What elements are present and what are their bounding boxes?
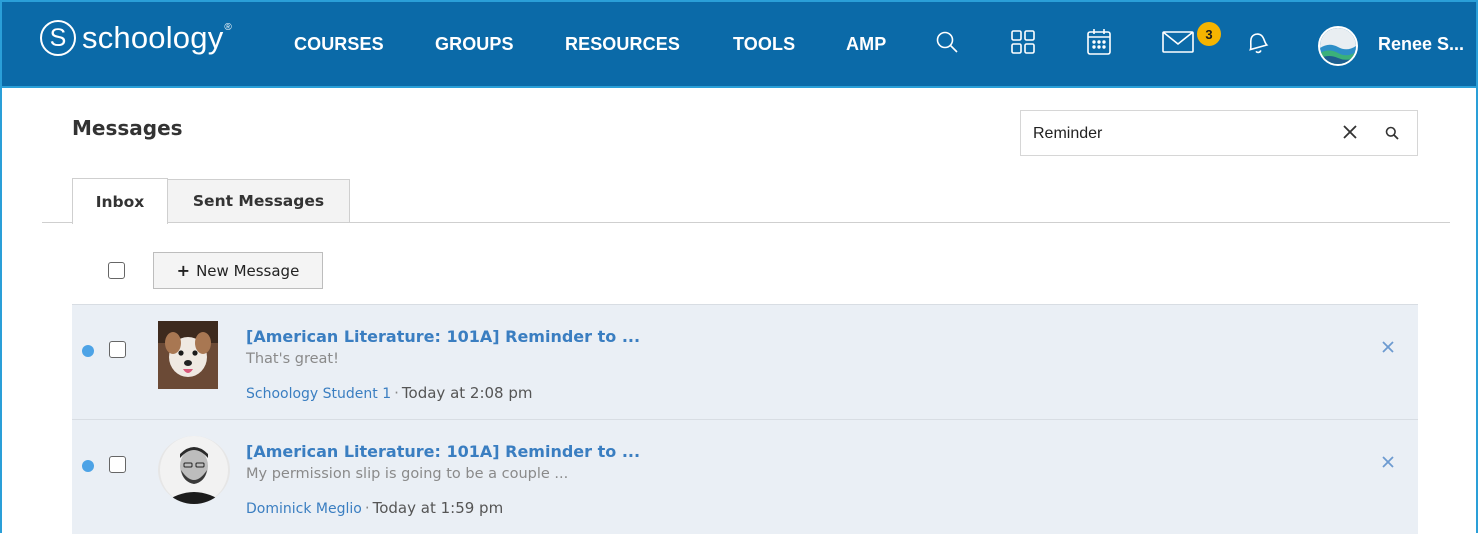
unread-dot-icon [82, 460, 94, 472]
unread-dot-icon [82, 345, 94, 357]
mail-badge: 3 [1197, 22, 1221, 46]
nav-courses[interactable]: COURSES [294, 34, 384, 55]
calendar-icon[interactable] [1082, 24, 1116, 60]
logo-wordmark: schoology [82, 20, 224, 55]
apps-grid-icon[interactable] [1006, 24, 1040, 60]
nav-groups[interactable]: GROUPS [435, 34, 514, 55]
plus-icon: + [176, 261, 191, 280]
new-message-label: New Message [196, 261, 300, 280]
close-icon[interactable] [1376, 450, 1400, 474]
message-subject[interactable]: [American Literature: 101A] Reminder to … [246, 442, 640, 461]
bell-icon[interactable] [1240, 24, 1274, 60]
message-row[interactable]: [American Literature: 101A] Reminder to … [72, 419, 1418, 534]
message-search-input[interactable] [1033, 122, 1333, 146]
top-nav: S schoology® COURSES GROUPS RESOURCES TO… [0, 0, 1478, 88]
user-avatar[interactable] [1318, 26, 1358, 66]
close-icon[interactable] [1376, 335, 1400, 359]
message-time: Today at 1:59 pm [372, 499, 504, 517]
schoology-logo[interactable]: S schoology® [40, 20, 232, 56]
nav-tools[interactable]: TOOLS [733, 34, 795, 55]
user-name[interactable]: Renee S... [1378, 34, 1464, 55]
message-checkbox[interactable] [109, 341, 126, 358]
tab-sent-messages[interactable]: Sent Messages [168, 179, 350, 223]
message-list: [American Literature: 101A] Reminder to … [72, 304, 1418, 534]
message-sender[interactable]: Schoology Student 1 [246, 386, 391, 402]
logo-trademark: ® [224, 22, 232, 33]
message-preview: That's great! [246, 351, 339, 367]
nav-resources[interactable]: RESOURCES [565, 34, 680, 55]
message-time: Today at 2:08 pm [401, 384, 533, 402]
nav-amp[interactable]: AMP [846, 34, 886, 55]
sender-avatar [158, 436, 230, 504]
meta-separator: · [394, 384, 399, 402]
select-all-checkbox[interactable] [108, 262, 125, 279]
message-preview: My permission slip is going to be a coup… [246, 466, 569, 482]
tab-inbox[interactable]: Inbox [72, 178, 168, 224]
message-checkbox[interactable] [109, 456, 126, 473]
page-title: Messages [72, 116, 183, 140]
logo-mark: S [40, 20, 76, 56]
message-meta: Schoology Student 1 · Today at 2:08 pm [246, 384, 533, 402]
search-icon[interactable] [1380, 120, 1404, 146]
mail-icon[interactable] [1158, 24, 1198, 60]
sender-avatar [158, 321, 218, 389]
message-row[interactable]: [American Literature: 101A] Reminder to … [72, 304, 1418, 419]
meta-separator: · [364, 499, 370, 517]
search-icon[interactable] [930, 24, 964, 60]
message-meta: Dominick Meglio · Today at 1:59 pm [246, 499, 503, 517]
message-sender[interactable]: Dominick Meglio [246, 501, 362, 517]
close-icon[interactable] [1338, 118, 1362, 146]
message-subject[interactable]: [American Literature: 101A] Reminder to … [246, 327, 640, 346]
logo-text: schoology® [82, 20, 232, 56]
new-message-button[interactable]: + New Message [153, 252, 323, 289]
